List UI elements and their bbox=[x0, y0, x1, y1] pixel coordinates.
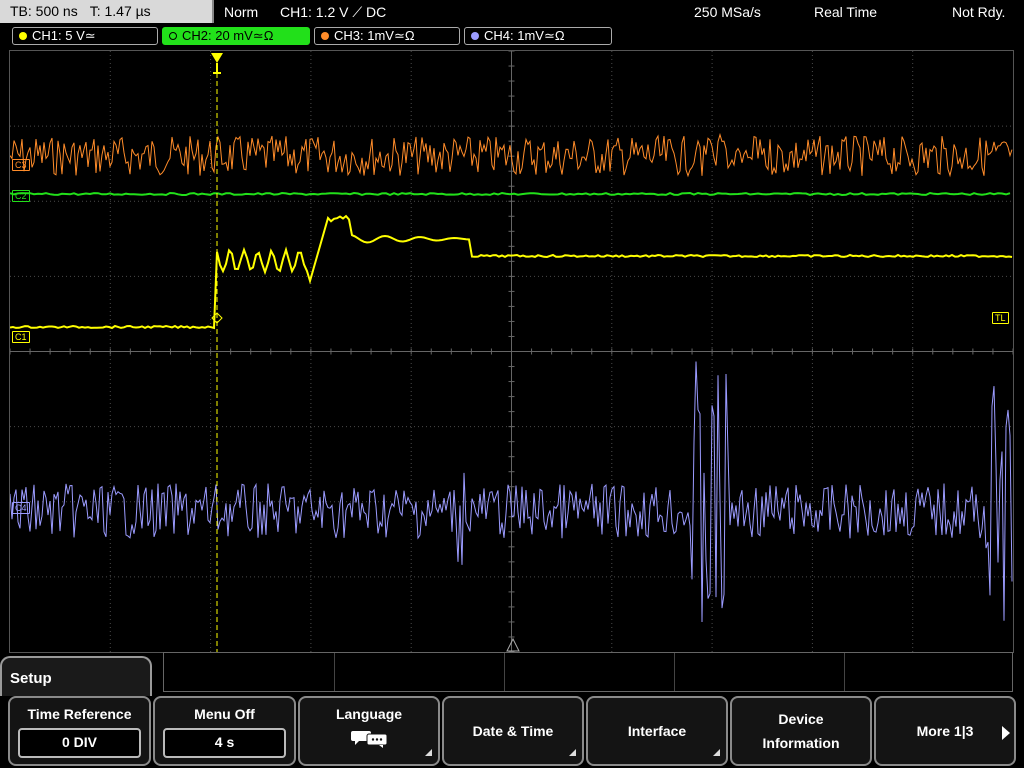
interface-softkey[interactable]: Interface bbox=[586, 696, 728, 766]
channel-bar: CH1: 5 V≃ CH2: 20 mV≃Ω CH3: 1mV≃Ω CH4: 1… bbox=[0, 26, 1024, 48]
trigger-status: Not Rdy. bbox=[952, 4, 1006, 20]
horizontal-position-marker bbox=[506, 637, 520, 652]
language-softkey[interactable]: Language bbox=[298, 696, 440, 766]
device-information-label-line1: Device bbox=[778, 711, 824, 727]
more-softkey[interactable]: More 1|3 bbox=[874, 696, 1016, 766]
speech-bubbles-icon bbox=[351, 731, 388, 748]
ch1-color-dot-icon bbox=[19, 32, 27, 40]
info-cell bbox=[674, 653, 845, 691]
ch2-offset-marker[interactable]: C2 bbox=[12, 190, 30, 202]
channel-chip-ch4[interactable]: CH4: 1mV≃Ω bbox=[464, 27, 612, 45]
graticule-grid bbox=[10, 51, 1013, 652]
menu-off-softkey[interactable]: Menu Off 4 s bbox=[153, 696, 296, 766]
trigger-info[interactable]: CH1: 1.2 V ⟋ DC bbox=[280, 0, 386, 24]
channel-chip-ch2[interactable]: CH2: 20 mV≃Ω bbox=[162, 27, 310, 45]
timebase-readout[interactable]: TB: 500 ns T: 1.47 µs bbox=[0, 0, 214, 23]
language-label: Language bbox=[335, 706, 403, 722]
next-page-arrow-icon bbox=[1002, 726, 1010, 740]
ch2-label: CH2: 20 mV≃Ω bbox=[182, 28, 274, 43]
info-cell bbox=[334, 653, 505, 691]
trigger-level-marker[interactable]: TL bbox=[992, 312, 1009, 324]
device-information-softkey[interactable]: Device Information bbox=[730, 696, 872, 766]
time-reference-softkey[interactable]: Time Reference 0 DIV bbox=[8, 696, 151, 766]
timebase-label: TB: 500 ns bbox=[10, 3, 78, 19]
top-status-bar: TB: 500 ns T: 1.47 µs Norm CH1: 1.2 V ⟋ D… bbox=[0, 0, 1024, 24]
sample-rate: 250 MSa/s bbox=[694, 4, 761, 20]
info-strip bbox=[163, 652, 1013, 692]
ch1-label: CH1: 5 V≃ bbox=[32, 28, 96, 43]
ch4-label: CH4: 1mV≃Ω bbox=[484, 28, 565, 43]
info-cell bbox=[844, 653, 1012, 691]
channel-chip-ch3[interactable]: CH3: 1mV≃Ω bbox=[314, 27, 460, 45]
acquisition-mode: Real Time bbox=[814, 4, 878, 20]
interface-label: Interface bbox=[627, 723, 687, 739]
time-reference-label: Time Reference bbox=[27, 706, 132, 722]
date-time-softkey[interactable]: Date & Time bbox=[442, 696, 584, 766]
waveform-display[interactable]: C3 C2 C1 C4 TL bbox=[9, 50, 1014, 653]
date-time-label: Date & Time bbox=[472, 723, 554, 739]
ch4-offset-marker[interactable]: C4 bbox=[12, 502, 30, 514]
trigger-mode[interactable]: Norm bbox=[224, 0, 258, 24]
submenu-indicator-icon bbox=[425, 749, 432, 756]
ch2-color-dot-icon bbox=[169, 32, 177, 40]
ch3-color-dot-icon bbox=[321, 32, 329, 40]
device-information-label-line2: Information bbox=[762, 735, 840, 751]
trigger-time-label: T: 1.47 µs bbox=[89, 3, 151, 19]
menu-title-tab: Setup bbox=[0, 656, 152, 696]
ch3-label: CH3: 1mV≃Ω bbox=[334, 28, 415, 43]
ch2-waveform bbox=[10, 191, 1011, 197]
menu-off-value: 4 s bbox=[163, 728, 286, 758]
submenu-indicator-icon bbox=[713, 749, 720, 756]
info-cell bbox=[504, 653, 675, 691]
menu-off-label: Menu Off bbox=[194, 706, 255, 722]
info-cell bbox=[164, 653, 335, 691]
ch1-offset-marker[interactable]: C1 bbox=[12, 331, 30, 343]
submenu-indicator-icon bbox=[569, 749, 576, 756]
channel-chip-ch1[interactable]: CH1: 5 V≃ bbox=[12, 27, 158, 45]
time-reference-value: 0 DIV bbox=[18, 728, 141, 758]
waveform-svg bbox=[10, 51, 1013, 652]
ch3-offset-marker[interactable]: C3 bbox=[12, 159, 30, 171]
more-label: More 1|3 bbox=[916, 723, 974, 739]
ch4-color-dot-icon bbox=[471, 32, 479, 40]
